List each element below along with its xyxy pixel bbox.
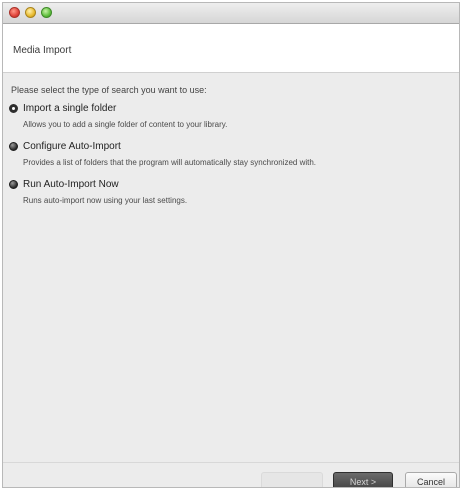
minimize-window-icon[interactable] xyxy=(25,7,36,18)
next-button[interactable]: Next > xyxy=(333,472,393,487)
option-label[interactable]: Import a single folder xyxy=(23,103,116,114)
option-description: Allows you to add a single folder of con… xyxy=(23,120,228,129)
radio-unselected-icon[interactable] xyxy=(9,180,18,189)
footer-divider xyxy=(3,462,459,463)
wizard-header: Media Import xyxy=(3,24,459,73)
option-description: Runs auto-import now using your last set… xyxy=(23,196,188,205)
radio-unselected-icon[interactable] xyxy=(9,142,18,151)
close-window-icon[interactable] xyxy=(9,7,20,18)
wizard-content: Please select the type of search you wan… xyxy=(3,73,459,487)
zoom-window-icon[interactable] xyxy=(41,7,52,18)
title-bar[interactable] xyxy=(3,3,459,24)
radio-selected-icon[interactable] xyxy=(9,104,18,113)
back-button xyxy=(261,472,323,487)
option-label[interactable]: Run Auto-Import Now xyxy=(23,179,119,190)
search-type-prompt: Please select the type of search you wan… xyxy=(11,85,207,95)
media-import-window: Media Import Please select the type of s… xyxy=(2,2,460,488)
option-description: Provides a list of folders that the prog… xyxy=(23,158,317,167)
cancel-button[interactable]: Cancel xyxy=(405,472,457,487)
wizard-title: Media Import xyxy=(13,45,72,56)
option-label[interactable]: Configure Auto-Import xyxy=(23,141,121,152)
